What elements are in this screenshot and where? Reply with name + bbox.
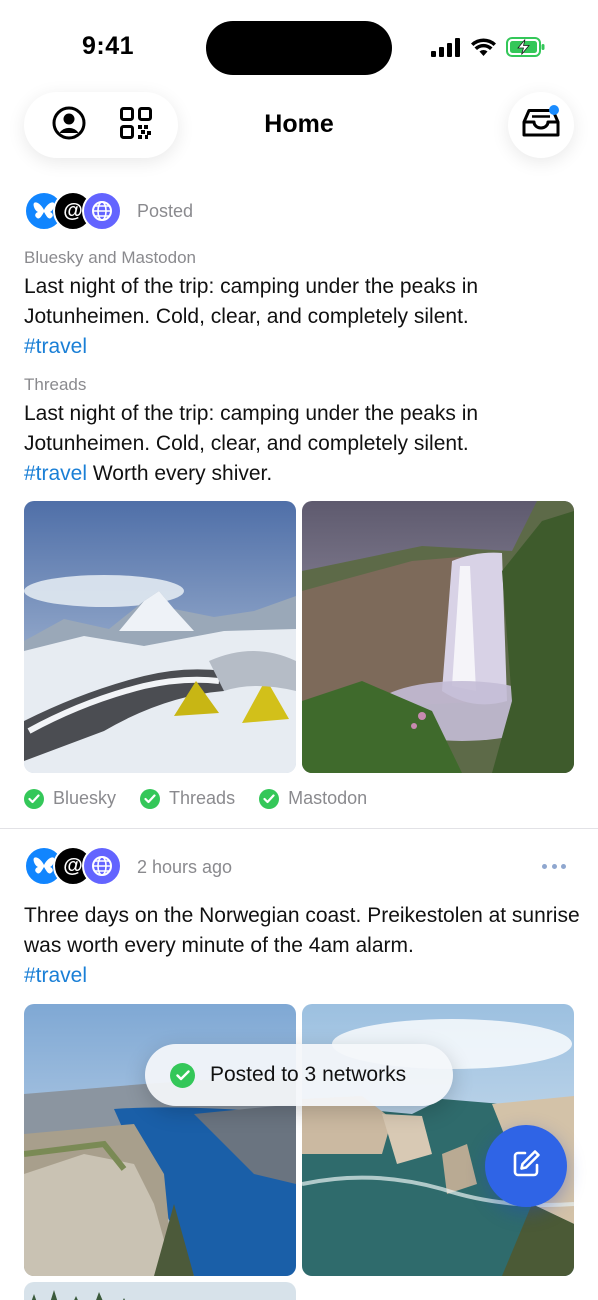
post-text: Last night of the trip: camping under th… — [24, 275, 479, 358]
post-timestamp: 2 hours ago — [137, 857, 233, 877]
posted-network-item: Bluesky — [24, 788, 116, 809]
checkmark-icon — [140, 788, 161, 809]
ellipsis-icon — [542, 863, 547, 869]
checkmark-icon — [259, 788, 280, 809]
globe-icon — [82, 191, 122, 231]
hashtag-link[interactable]: #travel — [24, 964, 87, 987]
compose-icon — [510, 1148, 542, 1185]
network-avatars: @ — [24, 846, 122, 886]
posted-networks: Bluesky Threads Mastodon — [24, 788, 391, 809]
post-text: Last night of the trip: camping under th… — [24, 402, 479, 485]
compose-button[interactable] — [485, 1125, 567, 1207]
post-image[interactable] — [24, 501, 296, 773]
globe-icon — [82, 846, 122, 886]
toast-notification: Posted to 3 networks — [145, 1044, 453, 1106]
post-image[interactable] — [302, 501, 574, 773]
more-options-button[interactable] — [542, 858, 566, 874]
post-card[interactable]: @ Posted Bluesky and Mastodon Last night… — [0, 0, 598, 828]
post-image[interactable] — [24, 1282, 296, 1300]
network-label: Bluesky and Mastodon — [24, 248, 196, 267]
checkmark-icon — [24, 788, 44, 809]
checkmark-icon — [170, 1062, 195, 1088]
posted-network-item: Mastodon — [259, 788, 367, 809]
network-avatars: @ — [24, 191, 122, 231]
toast-text: Posted to 3 networks — [210, 1063, 407, 1086]
post-text: Three days on the Norwegian coast. Preik… — [24, 904, 580, 987]
hashtag-link[interactable]: #travel — [24, 462, 87, 485]
post-status: Posted — [137, 201, 194, 221]
network-label: Threads — [24, 375, 87, 394]
posted-network-item: Threads — [140, 788, 235, 809]
hashtag-link[interactable]: #travel — [24, 335, 87, 358]
